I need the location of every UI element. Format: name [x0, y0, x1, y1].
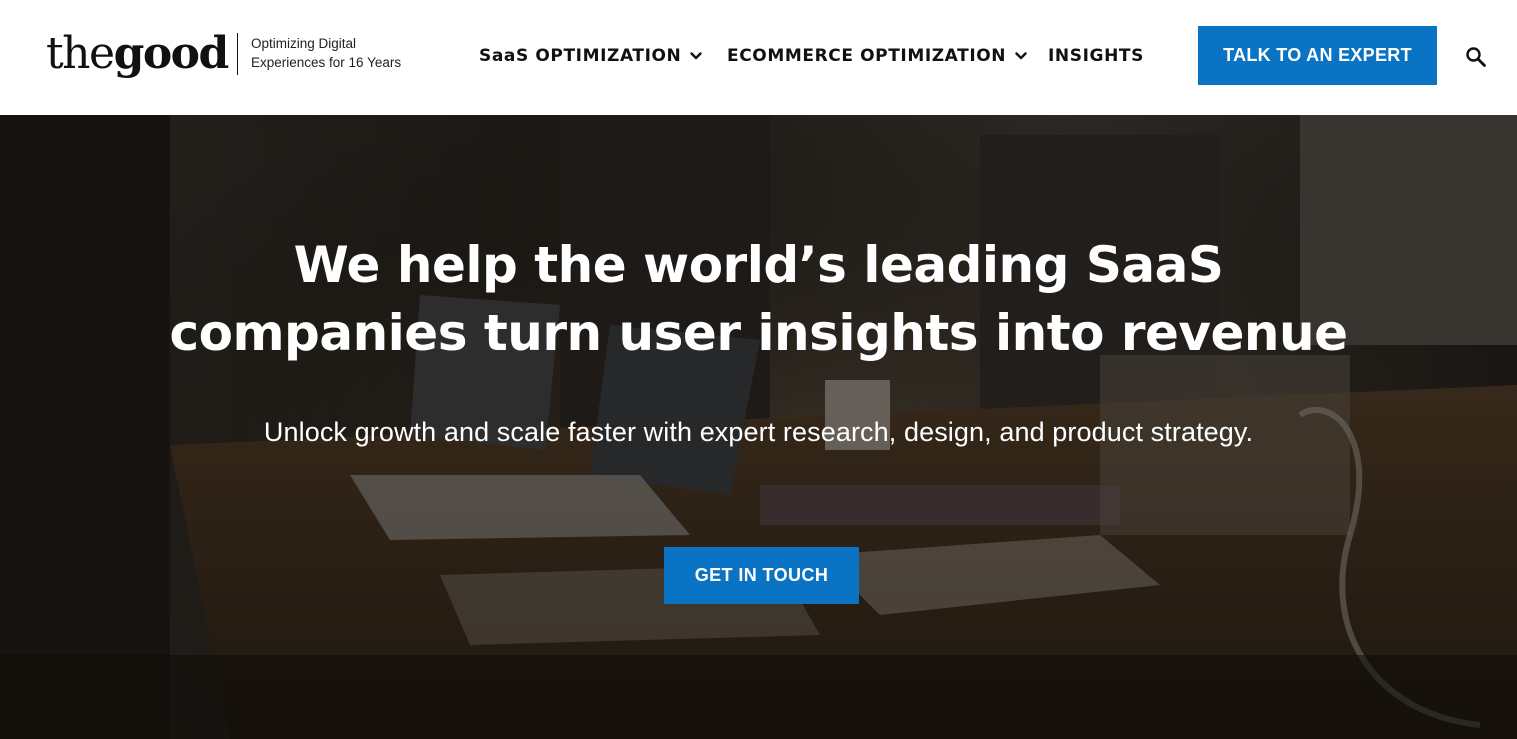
- hero-subtitle: Unlock growth and scale faster with expe…: [263, 417, 1254, 447]
- tagline-line-2: Experiences for 16 Years: [251, 55, 402, 70]
- logo-light: the: [46, 28, 115, 79]
- logo[interactable]: thegood: [46, 26, 230, 82]
- search-icon: [1466, 47, 1486, 67]
- tagline: Optimizing Digital Experiences for 16 Ye…: [251, 34, 401, 72]
- hero-title-line-2: companies turn user insights into revenu…: [169, 304, 1348, 362]
- logo-divider: [237, 33, 238, 75]
- hero-section: We help the world’s leading SaaS compani…: [0, 115, 1517, 739]
- nav-ecommerce-label: ECOMMERCE OPTIMIZATION: [727, 46, 1007, 66]
- nav-saas-label: SaaS OPTIMIZATION: [479, 46, 682, 66]
- nav-ecommerce-optimization[interactable]: ECOMMERCE OPTIMIZATION: [727, 44, 1028, 68]
- nav-insights[interactable]: INSIGHTS: [1048, 44, 1144, 68]
- get-in-touch-button[interactable]: GET IN TOUCH: [664, 547, 859, 604]
- chevron-down-icon: [690, 52, 703, 60]
- site-header: thegood Optimizing Digital Experiences f…: [0, 0, 1517, 115]
- chevron-down-icon: [1015, 52, 1027, 60]
- nav-saas-optimization[interactable]: SaaS OPTIMIZATION: [479, 44, 703, 68]
- nav-insights-label: INSIGHTS: [1048, 46, 1144, 66]
- talk-to-expert-button[interactable]: TALK TO AN EXPERT: [1198, 26, 1437, 85]
- hero-title: We help the world’s leading SaaS compani…: [0, 231, 1517, 367]
- hero-title-line-1: We help the world’s leading SaaS: [293, 236, 1224, 294]
- tagline-line-1: Optimizing Digital: [251, 36, 357, 51]
- logo-bold: good: [113, 28, 230, 79]
- search-button[interactable]: [1464, 45, 1488, 69]
